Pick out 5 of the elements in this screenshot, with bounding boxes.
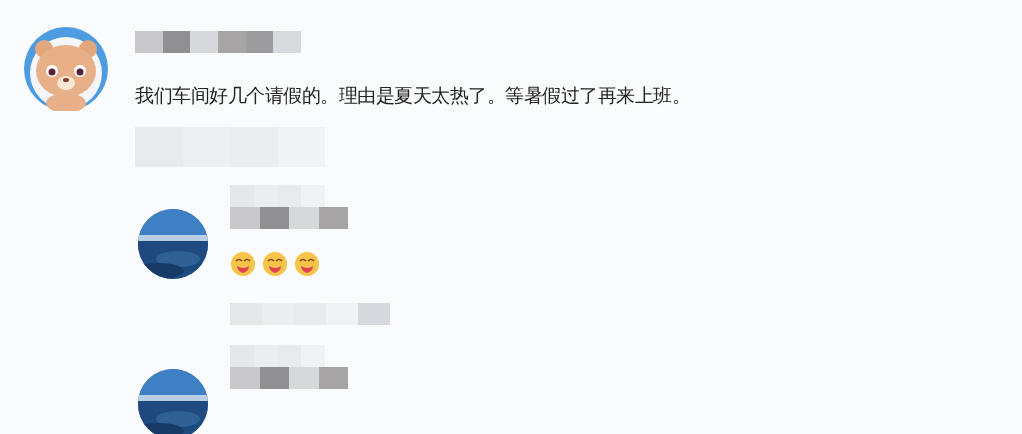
tongue-emoji-icon — [294, 251, 320, 277]
tongue-emoji-icon — [262, 251, 288, 277]
comment-text: 我们车间好几个请假的。理由是夏天太热了。等暑假过了再来上班。 — [135, 83, 690, 108]
bear-avatar-icon — [24, 27, 108, 111]
tongue-emoji-icon — [230, 251, 256, 277]
